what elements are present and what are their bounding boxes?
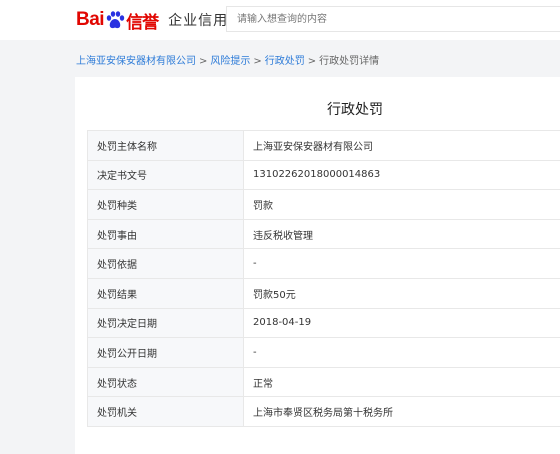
search-input[interactable] — [226, 6, 560, 32]
breadcrumb-risk[interactable]: 风险提示 — [210, 56, 250, 67]
breadcrumb-separator: > — [307, 56, 317, 67]
table-row: 处罚决定日期 2018-04-19 — [87, 307, 560, 339]
logo-text-xinyu: 信誉 — [126, 12, 159, 33]
row-value: 罚款 — [243, 189, 560, 220]
breadcrumb-separator: > — [199, 56, 208, 67]
logo-subtitle: 企业信用 — [168, 13, 229, 29]
top-header: Bai 信誉 企业信用 — [0, 0, 560, 40]
breadcrumb: 上海亚安保安器材有限公司 > 风险提示 > 行政处罚 > 行政处罚详情 — [76, 52, 379, 67]
paw-icon — [105, 10, 125, 30]
table-row: 处罚结果 罚款50元 — [87, 277, 560, 309]
row-key: 处罚机关 — [87, 396, 244, 427]
page-title: 行政处罚 — [327, 102, 383, 118]
table-row: 处罚状态 正常 — [87, 366, 560, 398]
row-key: 处罚决定日期 — [87, 307, 244, 339]
breadcrumb-separator: > — [253, 56, 262, 67]
row-value: - — [243, 248, 560, 279]
row-value: 上海亚安保安器材有限公司 — [243, 130, 560, 161]
table-row: 处罚依据 - — [87, 248, 560, 279]
row-key: 处罚主体名称 — [87, 130, 244, 161]
table-row: 处罚事由 违反税收管理 — [87, 218, 560, 250]
row-key: 处罚依据 — [87, 248, 244, 279]
row-value: 罚款50元 — [243, 277, 560, 309]
baidu-xinyu-logo[interactable]: Bai 信誉 企业信用 — [76, 7, 228, 33]
table-row: 处罚主体名称 上海亚安保安器材有限公司 — [87, 130, 560, 161]
table-row: 处罚机关 上海市奉贤区税务局第十税务所 — [87, 396, 560, 427]
row-value: 违反税收管理 — [243, 218, 560, 250]
row-key: 处罚种类 — [87, 189, 244, 220]
row-key: 决定书文号 — [87, 159, 244, 191]
row-key: 处罚状态 — [87, 366, 244, 398]
row-value: 正常 — [243, 366, 560, 398]
table-row: 处罚公开日期 - — [87, 337, 560, 368]
row-value: 13102262018000014863 — [243, 159, 560, 191]
row-value: 2018-04-19 — [243, 307, 560, 339]
breadcrumb-company[interactable]: 上海亚安保安器材有限公司 — [76, 56, 196, 67]
table-row: 决定书文号 13102262018000014863 — [87, 159, 560, 191]
breadcrumb-penalty[interactable]: 行政处罚 — [265, 56, 305, 67]
row-value: - — [243, 337, 560, 368]
row-key: 处罚结果 — [87, 277, 244, 309]
row-key: 处罚事由 — [87, 218, 244, 250]
penalty-detail-table: 处罚主体名称 上海亚安保安器材有限公司 决定书文号 1310226201800001… — [87, 130, 560, 427]
logo-text-bai: Bai — [76, 9, 105, 30]
row-value: 上海市奉贤区税务局第十税务所 — [243, 396, 560, 427]
row-key: 处罚公开日期 — [87, 337, 244, 368]
breadcrumb-current: 行政处罚详情 — [319, 56, 380, 67]
table-row: 处罚种类 罚款 — [87, 189, 560, 220]
